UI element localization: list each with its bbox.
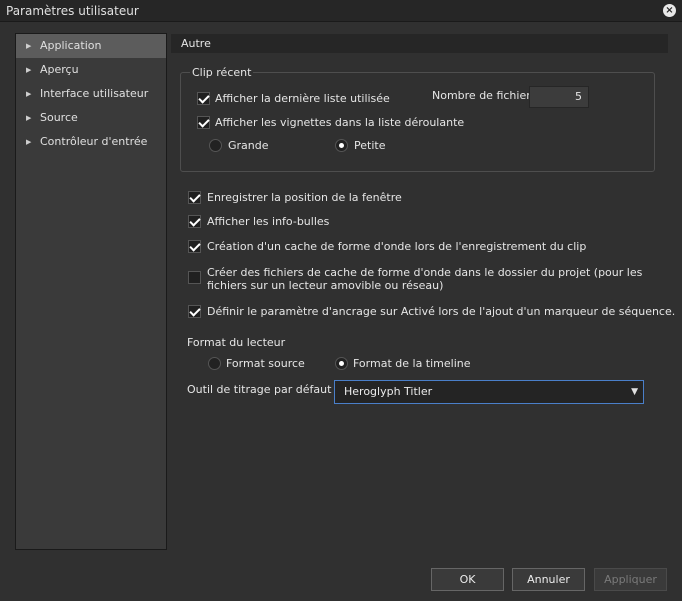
sidebar-item-label: Contrôleur d'entrée [40,135,148,148]
anchor-on-marker-checkbox[interactable] [188,305,201,318]
default-titler-label: Outil de titrage par défaut [187,383,332,396]
format-timeline-label: Format de la timeline [353,357,471,370]
window-title: Paramètres utilisateur [6,4,139,18]
waveform-cache-project-label-line2: fichiers sur un lecteur amovible ou rése… [207,279,444,292]
title-bar: Paramètres utilisateur × [0,0,682,22]
default-titler-value: Heroglyph Titler [344,385,433,398]
waveform-cache-project-checkbox[interactable] [188,271,201,284]
recent-clip-title: Clip récent [190,66,254,79]
file-count-input[interactable]: 5 [529,86,589,108]
sidebar-item-input-controller[interactable]: ▶ Contrôleur d'entrée [16,130,166,154]
chevron-right-icon: ▶ [26,66,32,74]
save-window-position-label: Enregistrer la position de la fenêtre [207,191,402,204]
size-large-radio[interactable] [209,139,222,152]
sidebar-item-label: Interface utilisateur [40,87,149,100]
player-format-label: Format du lecteur [187,336,286,349]
format-source-label: Format source [226,357,305,370]
cancel-button[interactable]: Annuler [512,568,585,591]
chevron-right-icon: ▶ [26,114,32,122]
sidebar-item-preview[interactable]: ▶ Aperçu [16,58,166,82]
size-large-label: Grande [228,139,269,152]
size-small-label: Petite [354,139,386,152]
sidebar-item-label: Source [40,111,78,124]
waveform-cache-record-label: Création d'un cache de forme d'onde lors… [207,240,587,253]
sidebar: ▶ Application ▶ Aperçu ▶ Interface utili… [15,33,167,550]
sidebar-item-user-interface[interactable]: ▶ Interface utilisateur [16,82,166,106]
size-small-radio[interactable] [335,139,348,152]
apply-button[interactable]: Appliquer [594,568,667,591]
sidebar-item-application[interactable]: ▶ Application [16,34,166,58]
save-window-position-checkbox[interactable] [188,191,201,204]
sidebar-item-label: Application [40,39,102,52]
waveform-cache-project-label-line1: Créer des fichiers de cache de forme d'o… [207,266,643,279]
file-count-label: Nombre de fichiers [432,89,537,102]
close-icon[interactable]: × [663,4,676,17]
sidebar-item-label: Aperçu [40,63,79,76]
waveform-cache-record-checkbox[interactable] [188,240,201,253]
chevron-right-icon: ▶ [26,90,32,98]
ok-button[interactable]: OK [431,568,504,591]
panel-header: Autre [171,34,668,53]
show-tooltips-checkbox[interactable] [188,215,201,228]
show-tooltips-label: Afficher les info-bulles [207,215,330,228]
chevron-down-icon: ▼ [631,387,638,397]
anchor-on-marker-label: Définir le paramètre d'ancrage sur Activ… [207,305,676,318]
show-thumbnails-label: Afficher les vignettes dans la liste dér… [215,116,465,129]
sidebar-item-source[interactable]: ▶ Source [16,106,166,130]
chevron-right-icon: ▶ [26,138,32,146]
default-titler-select[interactable]: Heroglyph Titler ▼ [334,380,644,404]
show-thumbnails-checkbox[interactable] [197,116,210,129]
format-source-radio[interactable] [208,357,221,370]
format-timeline-radio[interactable] [335,357,348,370]
show-last-list-checkbox[interactable] [197,92,210,105]
chevron-right-icon: ▶ [26,42,32,50]
show-last-list-label: Afficher la dernière liste utilisée [215,92,390,105]
